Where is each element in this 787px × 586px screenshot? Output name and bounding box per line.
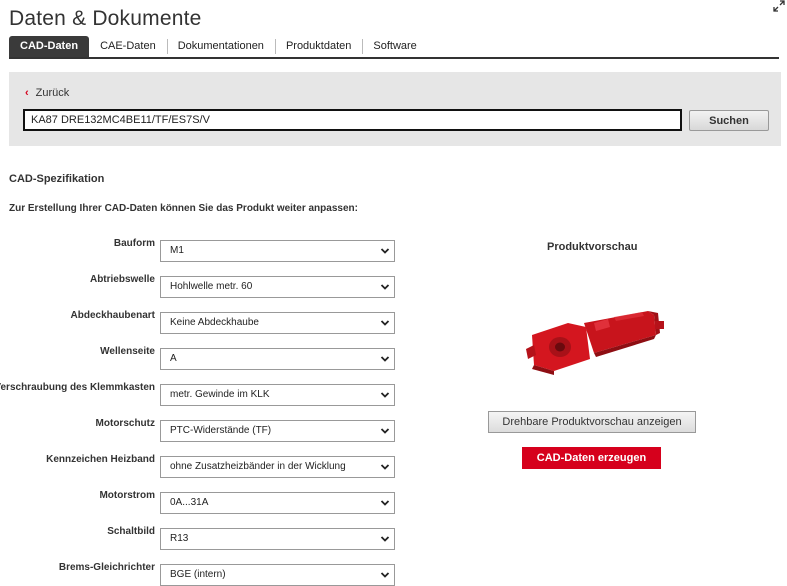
- back-link[interactable]: ‹ Zurück: [25, 87, 69, 99]
- form-row-brems-gleichrichter: Brems-Gleichrichter BGE (intern): [0, 560, 400, 586]
- select-value: 0A...31A: [170, 497, 209, 508]
- tab-bar: CAD-Daten CAE-Daten Dokumentationen Prod…: [9, 36, 779, 59]
- field-label: Schaltbild: [107, 526, 155, 537]
- select-value: ohne Zusatzheizbänder in der Wicklung: [170, 461, 346, 472]
- chevron-down-icon: [380, 464, 390, 470]
- field-label: Verschraubung des Klemmkasten: [0, 382, 155, 393]
- chevron-down-icon: [380, 356, 390, 362]
- abtriebswelle-select[interactable]: Hohlwelle metr. 60: [160, 276, 395, 298]
- wellenseite-select[interactable]: A: [160, 348, 395, 370]
- rotate-preview-button[interactable]: Drehbare Produktvorschau anzeigen: [488, 411, 696, 433]
- form-row-motorschutz: Motorschutz PTC-Widerstände (TF): [0, 416, 400, 442]
- chevron-down-icon: [380, 392, 390, 398]
- motorstrom-select[interactable]: 0A...31A: [160, 492, 395, 514]
- product-image: [526, 311, 664, 375]
- select-value: PTC-Widerstände (TF): [170, 425, 272, 436]
- brems-gleichrichter-select[interactable]: BGE (intern): [160, 564, 395, 586]
- schaltbild-select[interactable]: R13: [160, 528, 395, 550]
- section-title: CAD-Spezifikation: [9, 173, 105, 185]
- field-label: Brems-Gleichrichter: [58, 562, 155, 573]
- bauform-select[interactable]: M1: [160, 240, 395, 262]
- form-row-verschraubung: Verschraubung des Klemmkasten metr. Gewi…: [0, 380, 400, 406]
- tab-cad-daten[interactable]: CAD-Daten: [9, 36, 90, 57]
- chevron-down-icon: [380, 284, 390, 290]
- motorschutz-select[interactable]: PTC-Widerstände (TF): [160, 420, 395, 442]
- search-button[interactable]: Suchen: [689, 110, 769, 131]
- form-row-abtriebswelle: Abtriebswelle Hohlwelle metr. 60: [0, 272, 400, 298]
- form-row-bauform: Bauform M1: [0, 236, 400, 262]
- generate-cad-button[interactable]: CAD-Daten erzeugen: [522, 447, 661, 469]
- chevron-down-icon: [380, 572, 390, 578]
- search-input[interactable]: [23, 109, 682, 131]
- field-label: Motorstrom: [99, 490, 155, 501]
- select-value: metr. Gewinde im KLK: [170, 389, 270, 400]
- chevron-down-icon: [380, 536, 390, 542]
- tab-cae-daten[interactable]: CAE-Daten: [89, 36, 167, 56]
- field-label: Abdeckhaubenart: [70, 310, 155, 321]
- chevron-down-icon: [380, 500, 390, 506]
- abdeckhaubenart-select[interactable]: Keine Abdeckhaube: [160, 312, 395, 334]
- select-value: A: [170, 353, 177, 364]
- select-value: R13: [170, 533, 189, 544]
- form-row-schaltbild: Schaltbild R13: [0, 524, 400, 550]
- page-title: Daten & Dokumente: [9, 7, 202, 30]
- expand-icon[interactable]: [773, 0, 785, 12]
- search-panel: ‹ Zurück Suchen: [9, 72, 781, 146]
- chevron-down-icon: [380, 320, 390, 326]
- chevron-down-icon: [380, 428, 390, 434]
- select-value: BGE (intern): [170, 569, 226, 580]
- select-value: M1: [170, 245, 184, 256]
- field-label: Bauform: [113, 238, 155, 249]
- select-value: Hohlwelle metr. 60: [170, 281, 253, 292]
- heizband-select[interactable]: ohne Zusatzheizbänder in der Wicklung: [160, 456, 395, 478]
- form-row-heizband: Kennzeichen Heizband ohne Zusatzheizbänd…: [0, 452, 400, 478]
- form-row-abdeckhaubenart: Abdeckhaubenart Keine Abdeckhaube: [0, 308, 400, 334]
- field-label: Abtriebswelle: [89, 274, 155, 285]
- field-label: Motorschutz: [95, 418, 155, 429]
- field-label: Kennzeichen Heizband: [46, 454, 155, 465]
- intro-text: Zur Erstellung Ihrer CAD-Daten können Si…: [9, 203, 358, 214]
- chevron-down-icon: [380, 248, 390, 254]
- form-row-motorstrom: Motorstrom 0A...31A: [0, 488, 400, 514]
- back-link-label: Zurück: [35, 87, 70, 99]
- form-row-wellenseite: Wellenseite A: [0, 344, 400, 370]
- preview-title: Produktvorschau: [547, 241, 638, 253]
- tab-dokumentationen[interactable]: Dokumentationen: [166, 36, 275, 56]
- verschraubung-select[interactable]: metr. Gewinde im KLK: [160, 384, 395, 406]
- select-value: Keine Abdeckhaube: [170, 317, 259, 328]
- field-label: Wellenseite: [100, 346, 155, 357]
- chevron-left-icon: ‹: [25, 87, 29, 99]
- tab-produktdaten[interactable]: Produktdaten: [274, 36, 362, 56]
- tab-software[interactable]: Software: [362, 36, 427, 56]
